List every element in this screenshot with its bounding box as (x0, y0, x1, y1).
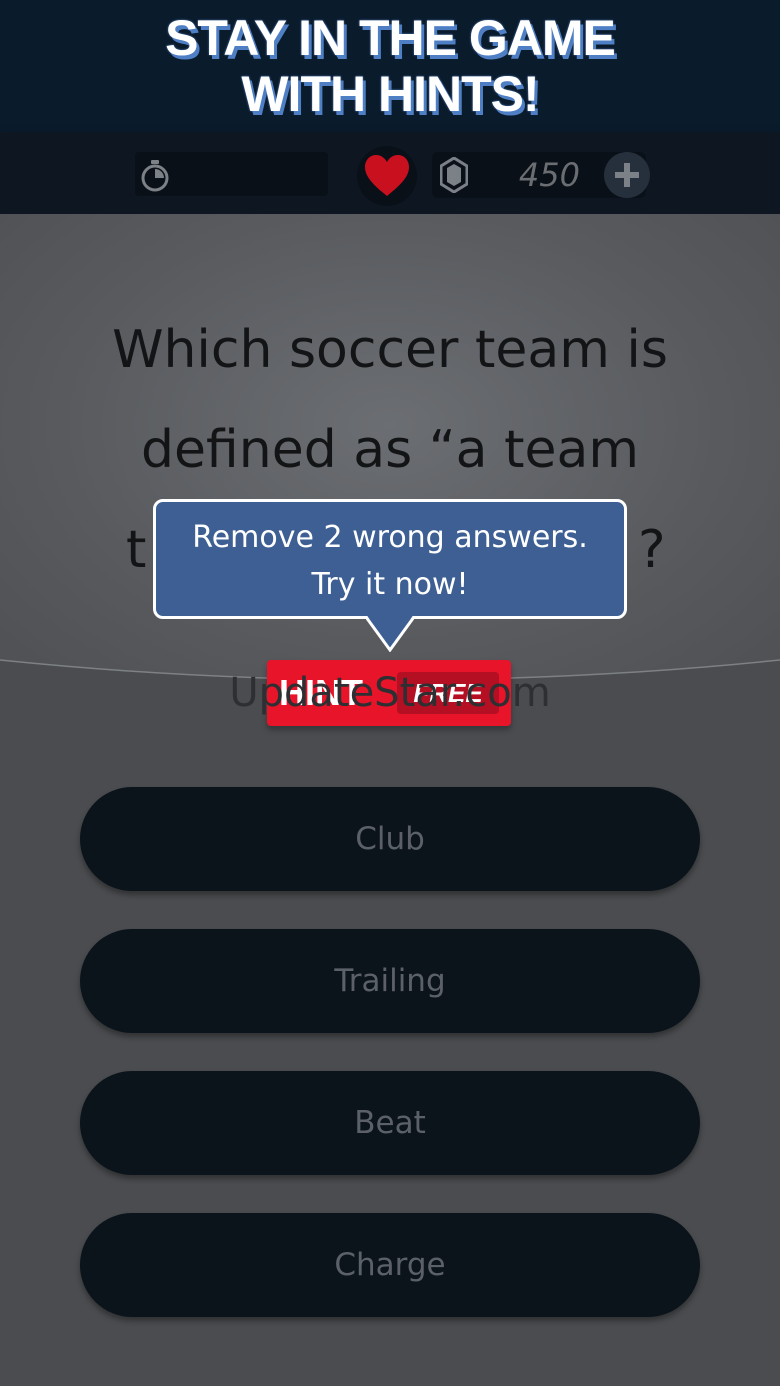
answer-button-4[interactable]: Charge (80, 1213, 700, 1317)
add-gems-button[interactable] (604, 152, 650, 198)
tooltip-line-1: Remove 2 wrong answers. (192, 520, 588, 555)
plus-icon (615, 163, 639, 187)
answer-button-2[interactable]: Trailing (80, 929, 700, 1033)
promo-title-line-1: STAY IN THE GAME (165, 10, 616, 66)
stopwatch-icon (141, 160, 169, 192)
answer-list: Club Trailing Beat Charge (80, 787, 700, 1355)
promo-title-line-2: WITH HINTS! (241, 66, 539, 122)
answer-button-3[interactable]: Beat (80, 1071, 700, 1175)
heart-icon (365, 155, 409, 196)
tooltip-line-2: Try it now! (311, 567, 469, 602)
gem-count: 450 (518, 156, 580, 194)
question-line-3-start: t (126, 520, 147, 580)
watermark: UpdateStar.com (229, 670, 551, 716)
hint-tooltip: Remove 2 wrong answers. Try it now! (153, 499, 627, 619)
gem-icon (440, 157, 468, 193)
tooltip-pointer (366, 614, 414, 652)
question-line-2: defined as “a team (141, 420, 639, 480)
question-line-3-end: ? (638, 520, 666, 580)
answer-button-1[interactable]: Club (80, 787, 700, 891)
promo-banner: STAY IN THE GAME WITH HINTS! (0, 0, 780, 132)
question-line-1: Which soccer team is (112, 320, 668, 380)
